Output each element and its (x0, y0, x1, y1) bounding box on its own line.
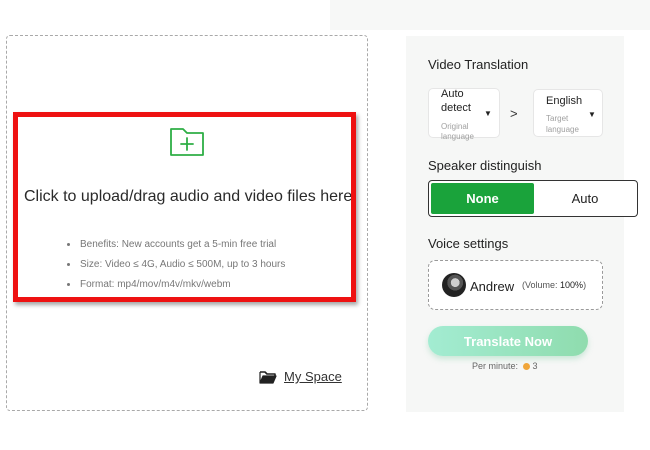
video-translation-title: Video Translation (428, 57, 529, 72)
voice-volume: (Volume: 100%) (522, 280, 586, 290)
volume-value: 100% (560, 280, 584, 290)
per-minute-value: 3 (532, 361, 538, 371)
voice-name: Andrew (470, 279, 515, 294)
red-highlight-annotation (13, 112, 356, 302)
translate-now-button[interactable]: Translate Now (428, 326, 588, 356)
target-language-hint-line2: language (546, 125, 579, 134)
top-background-strip (330, 0, 650, 30)
target-language-value: English (546, 95, 583, 107)
source-language-value-line1: Auto (441, 88, 464, 100)
per-minute-cost: Per minute: 3 (472, 361, 538, 371)
target-language-select[interactable]: English Target language ▼ (533, 89, 603, 137)
per-minute-label: Per minute: (472, 361, 519, 371)
source-language-hint-line1: Original (441, 122, 469, 131)
source-language-hint-line2: language (441, 132, 474, 141)
target-dropdown-caret-icon: ▼ (588, 110, 596, 119)
voice-settings-title: Voice settings (428, 236, 509, 251)
my-space-label[interactable]: My Space (284, 369, 342, 384)
source-language-value-line2: detect (441, 102, 471, 114)
arrow-right-icon: > (510, 106, 518, 121)
open-folder-icon (259, 370, 277, 384)
source-dropdown-caret-icon: ▼ (484, 109, 492, 118)
target-language-hint-line1: Target (546, 114, 569, 123)
speaker-option-auto[interactable]: Auto (535, 183, 635, 214)
speaker-distinguish-title: Speaker distinguish (428, 158, 542, 173)
voice-selector[interactable]: Andrew (Volume: 100%) (428, 260, 603, 310)
voice-avatar (442, 273, 466, 297)
volume-prefix: (Volume: (522, 280, 561, 290)
speaker-distinguish-toggle: None Auto (428, 180, 638, 217)
volume-suffix: ) (583, 280, 587, 290)
speaker-option-none[interactable]: None (431, 183, 534, 214)
coin-icon (522, 363, 530, 370)
my-space-link[interactable]: My Space (259, 369, 342, 384)
source-language-select[interactable]: Auto detect Original language ▼ (428, 88, 500, 141)
